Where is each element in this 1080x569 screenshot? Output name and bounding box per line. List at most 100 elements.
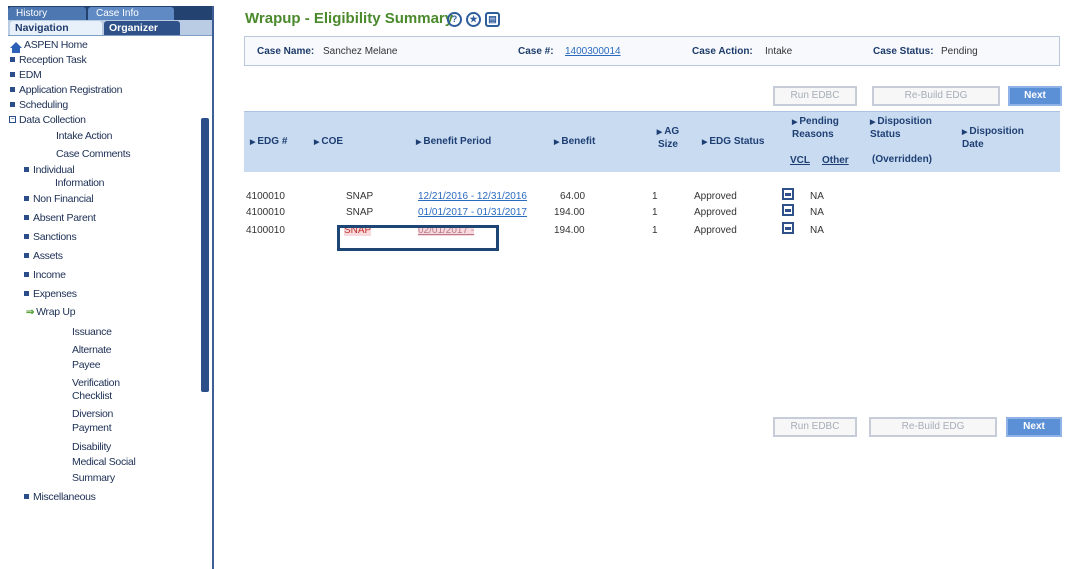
- cell-other: NA: [810, 191, 824, 202]
- nav-item-non-financial[interactable]: Non Financial: [22, 193, 94, 205]
- col-header-benefit[interactable]: ▶ Benefit: [554, 136, 595, 149]
- nav-item-payee[interactable]: Payee: [72, 359, 101, 371]
- next-button-top[interactable]: Next: [1008, 86, 1062, 106]
- nav-item-label: Scheduling: [19, 99, 68, 111]
- cell-ag-size: 1: [652, 207, 658, 218]
- nav-item-label: Individual: [33, 164, 75, 176]
- nav-item-reception-task[interactable]: Reception Task: [8, 54, 87, 66]
- nav-item-information[interactable]: Information: [55, 177, 105, 189]
- case-number-link[interactable]: 1400300014: [565, 46, 621, 57]
- nav-item-issuance[interactable]: Issuance: [72, 326, 112, 338]
- cell-other: NA: [810, 207, 824, 218]
- rebuild-edg-button-bottom[interactable]: Re-Build EDG: [869, 417, 997, 437]
- star-icon[interactable]: ★: [466, 12, 481, 27]
- table-header: ▶ EDG # ▶ COE ▶ Benefit Period ▶ Benefit ▶ AG…: [244, 111, 1060, 172]
- bullet-icon: [24, 234, 29, 240]
- cell-ag-size: 1: [652, 191, 658, 202]
- nav-item-payment[interactable]: Payment: [72, 422, 112, 434]
- print-icon[interactable]: ▤: [485, 12, 500, 27]
- nav-item-checklist[interactable]: Checklist: [72, 390, 112, 402]
- nav-item-disability[interactable]: Disability: [72, 441, 111, 453]
- table-body: 4100010 SNAP 12/21/2016 - 12/31/2016 64.…: [244, 172, 1060, 262]
- nav-item-label: Reception Task: [19, 54, 87, 66]
- col-header-other[interactable]: Other: [822, 155, 849, 167]
- collapse-icon[interactable]: −: [9, 116, 16, 124]
- col-header-vcl[interactable]: VCL: [790, 155, 810, 167]
- col-header-edg[interactable]: ▶ EDG #: [250, 136, 287, 149]
- cell-benefit: 194.00: [554, 207, 585, 218]
- eligibility-summary-table: ▶ EDG # ▶ COE ▶ Benefit Period ▶ Benefit ▶ AG…: [244, 111, 1060, 262]
- bullet-icon: [10, 102, 15, 108]
- cell-coe: SNAP: [346, 207, 374, 218]
- col-header-coe[interactable]: ▶ COE: [314, 136, 343, 149]
- col-header-disposition-date[interactable]: ▶ Disposition Date: [962, 126, 1042, 151]
- highlight-box: [337, 225, 499, 251]
- cell-benefit: 194.00: [554, 225, 585, 236]
- nav-item-label: Income: [33, 269, 66, 281]
- vcl-checkbox[interactable]: [782, 204, 794, 216]
- nav-item-alternate[interactable]: Alternate: [72, 344, 112, 356]
- nav-item-wrap-up[interactable]: ⇒ Wrap Up: [20, 306, 76, 319]
- nav-item-case-comments[interactable]: Case Comments: [56, 148, 131, 160]
- nav-item-expenses[interactable]: Expenses: [22, 288, 77, 300]
- nav-item-label: Application Registration: [19, 84, 123, 96]
- nav-item-label: Sanctions: [33, 231, 77, 243]
- sidebar-scrollbar[interactable]: [201, 118, 209, 392]
- nav-item-absent-parent[interactable]: Absent Parent: [22, 212, 96, 224]
- help-icon[interactable]: ?: [447, 12, 462, 27]
- sub-tab-strip: Navigation Organizer: [8, 20, 212, 36]
- nav-item-income[interactable]: Income: [22, 269, 66, 281]
- vcl-checkbox[interactable]: [782, 222, 794, 234]
- bullet-icon: [24, 196, 29, 202]
- nav-item-miscellaneous[interactable]: Miscellaneous: [22, 491, 96, 503]
- nav-item-verification[interactable]: Verification: [72, 377, 120, 389]
- nav-item-label: EDM: [19, 69, 42, 81]
- nav-item-label: Expenses: [33, 288, 77, 300]
- nav-item-summary[interactable]: Summary: [72, 472, 115, 484]
- cell-edg-status: Approved: [694, 225, 737, 236]
- tab-history[interactable]: History: [8, 7, 86, 20]
- col-header-disposition-status[interactable]: ▶ Disposition Status: [870, 116, 948, 141]
- next-button-bottom[interactable]: Next: [1006, 417, 1062, 437]
- nav-item-assets[interactable]: Assets: [22, 250, 63, 262]
- run-edbc-button-bottom[interactable]: Run EDBC: [773, 417, 857, 437]
- nav-item-application-registration[interactable]: Application Registration: [8, 84, 122, 96]
- cell-edg: 4100010: [246, 191, 285, 202]
- nav-item-data-collection[interactable]: − Data Collection: [8, 114, 86, 126]
- cell-benefit-period-link[interactable]: 12/21/2016 - 12/31/2016: [418, 191, 527, 202]
- tab-case-info[interactable]: Case Info: [88, 7, 174, 20]
- nav-item-medical-social[interactable]: Medical Social: [72, 456, 136, 468]
- navigation-tree: ASPEN Home Reception Task EDM Applicatio…: [8, 36, 212, 566]
- bullet-icon: [24, 291, 29, 297]
- cell-benefit-period-link[interactable]: 01/01/2017 - 01/31/2017: [418, 207, 527, 218]
- cell-edg: 4100010: [246, 225, 285, 236]
- cell-edg-status: Approved: [694, 207, 737, 218]
- nav-item-diversion[interactable]: Diversion: [72, 408, 113, 420]
- vcl-checkbox[interactable]: [782, 188, 794, 200]
- col-header-pending-reasons[interactable]: ▶ Pending Reasons: [792, 116, 854, 141]
- nav-item-intake-action[interactable]: Intake Action: [56, 130, 113, 142]
- page-title: Wrapup - Eligibility Summary: [245, 10, 454, 27]
- nav-item-scheduling[interactable]: Scheduling: [8, 99, 68, 111]
- bullet-icon: [24, 253, 29, 259]
- nav-item-individual[interactable]: Individual: [22, 164, 75, 176]
- case-action-label: Case Action:: [692, 46, 753, 57]
- col-header-edg-status[interactable]: ▶ EDG Status: [702, 136, 764, 149]
- bullet-icon: [24, 215, 29, 221]
- nav-item-aspen-home[interactable]: ASPEN Home: [10, 39, 88, 54]
- col-header-benefit-period[interactable]: ▶ Benefit Period: [416, 136, 491, 149]
- nav-item-label: Non Financial: [33, 193, 94, 205]
- case-name-value: Sanchez Melane: [323, 46, 398, 57]
- tab-navigation[interactable]: Navigation: [10, 21, 102, 35]
- rebuild-edg-button-top[interactable]: Re-Build EDG: [872, 86, 1000, 106]
- nav-item-edm[interactable]: EDM: [8, 69, 42, 81]
- run-edbc-button-top[interactable]: Run EDBC: [773, 86, 857, 106]
- cell-edg: 4100010: [246, 207, 285, 218]
- cell-coe: SNAP: [346, 191, 374, 202]
- col-header-ag-size[interactable]: ▶ AG Size: [648, 126, 688, 151]
- case-action-value: Intake: [765, 46, 793, 57]
- nav-item-label: Data Collection: [19, 114, 86, 126]
- nav-item-sanctions[interactable]: Sanctions: [22, 231, 77, 243]
- tab-organizer[interactable]: Organizer: [104, 21, 180, 35]
- table-row[interactable]: 4100010 SNAP 01/01/2017 - 01/31/2017 194…: [244, 204, 1060, 222]
